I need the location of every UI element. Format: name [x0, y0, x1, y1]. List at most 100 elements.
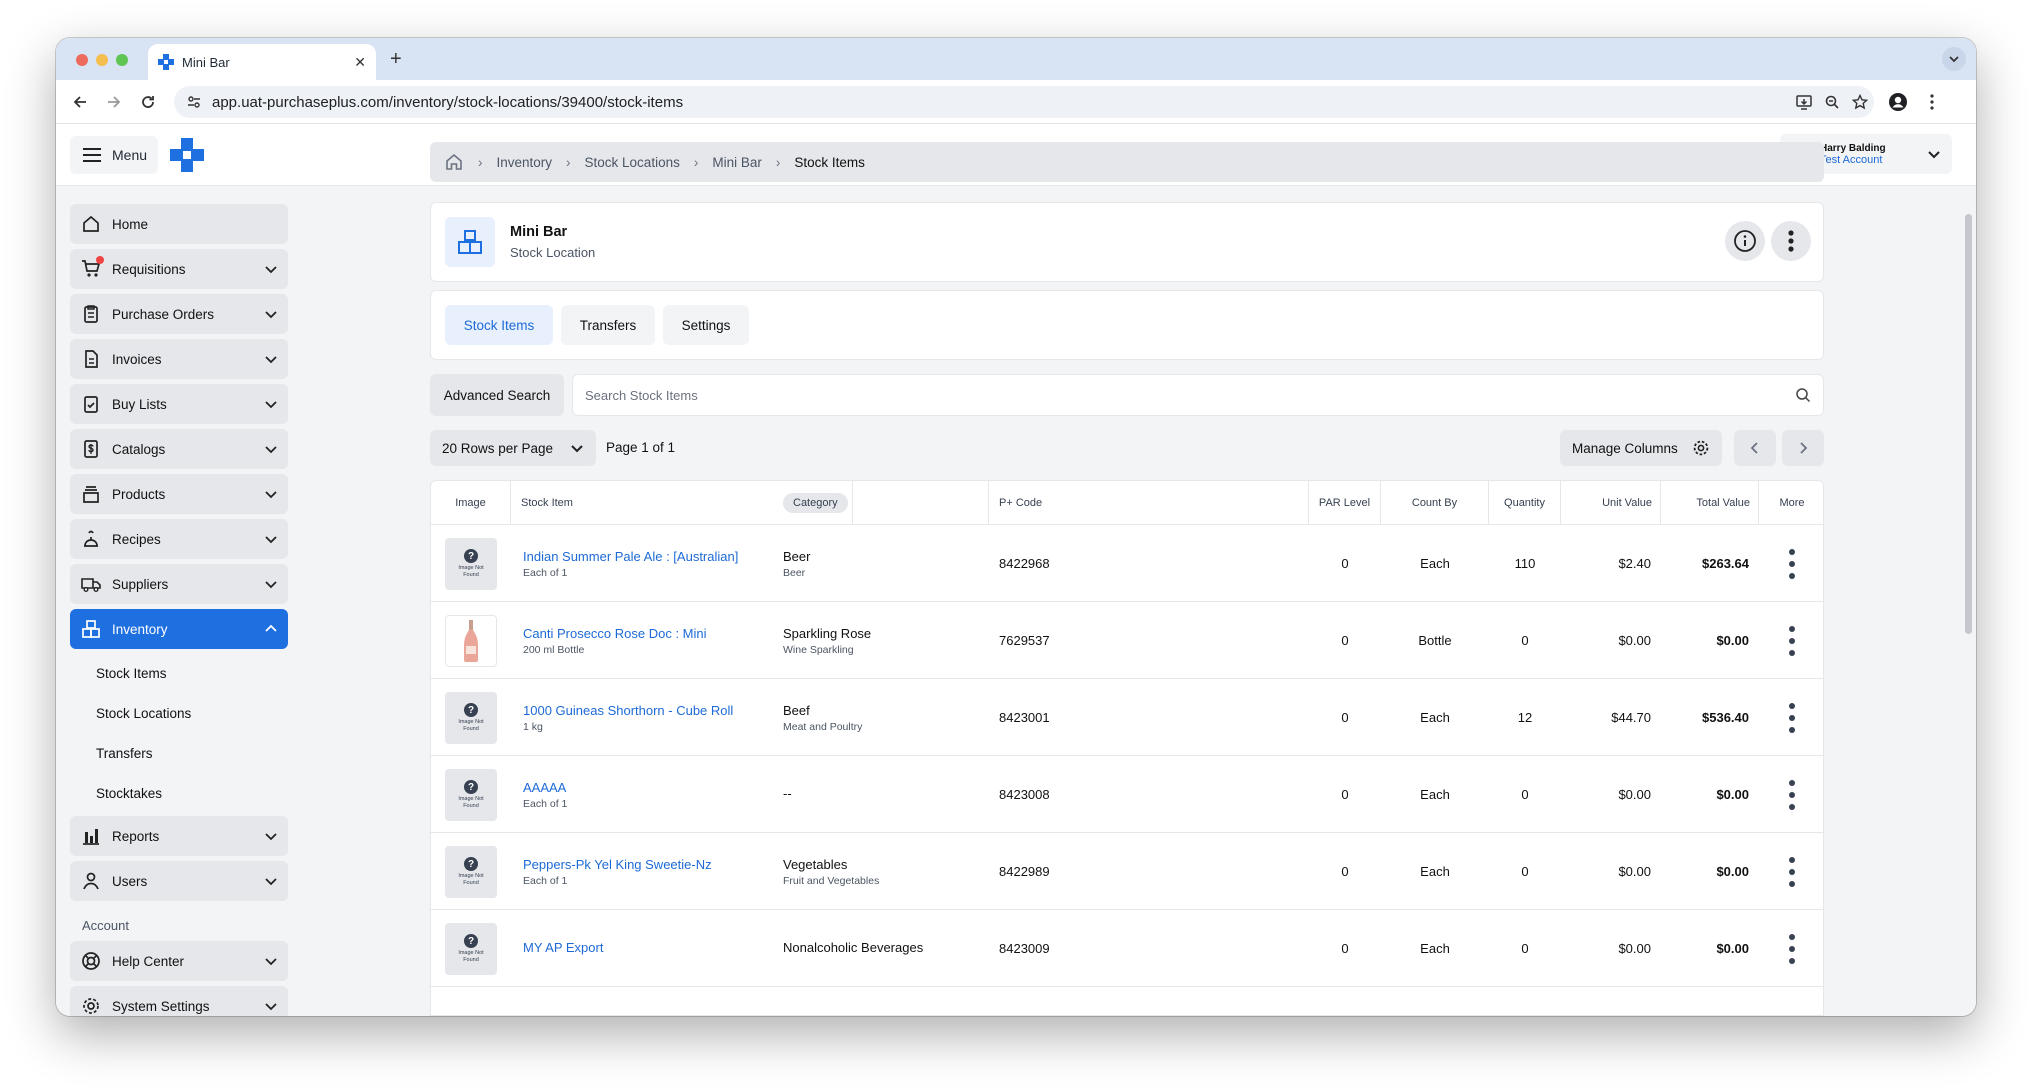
user-info: Harry Balding Test Account — [1820, 143, 1926, 166]
chevron-up-icon — [265, 624, 277, 632]
browser-tab[interactable]: Mini Bar ✕ — [148, 44, 376, 80]
sidebar-item-reports[interactable]: Reports — [70, 816, 288, 856]
image-not-found-label: Image Not Found — [458, 873, 484, 886]
sidebar-item-help-center[interactable]: Help Center — [70, 941, 288, 981]
chevron-right-icon: › — [775, 154, 781, 170]
address-bar[interactable]: app.uat-purchaseplus.com/inventory/stock… — [174, 86, 1874, 118]
stock-item-link[interactable]: Peppers-Pk Yel King Sweetie-Nz — [523, 857, 773, 872]
minimize-window-button[interactable] — [96, 54, 108, 66]
col-quantity[interactable]: Quantity — [1489, 481, 1561, 525]
tab-transfers[interactable]: Transfers — [561, 305, 655, 345]
question-icon: ? — [464, 549, 478, 563]
row-more-button[interactable] — [1787, 626, 1797, 656]
tab-settings[interactable]: Settings — [663, 305, 749, 345]
stock-item-link[interactable]: Canti Prosecco Rose Doc : Mini — [523, 626, 773, 641]
sidebar-item-system-settings[interactable]: System Settings — [70, 986, 288, 1016]
menu-label: Menu — [112, 147, 148, 163]
chevron-down-icon — [571, 445, 583, 453]
back-button[interactable] — [70, 92, 90, 112]
dot — [1789, 857, 1795, 863]
sidebar-item-inventory[interactable]: Inventory — [70, 609, 288, 649]
cast-button[interactable] — [1794, 92, 1814, 112]
chevron-right-icon: › — [478, 154, 483, 170]
bookmark-button[interactable] — [1850, 92, 1870, 112]
breadcrumb-inventory[interactable]: Inventory — [497, 155, 553, 170]
table-row: ? Image Not Found Indian Summer Pale Ale :… — [431, 525, 1823, 602]
forward-button[interactable] — [104, 92, 124, 112]
search-icon[interactable] — [1795, 387, 1811, 403]
maximize-window-button[interactable] — [116, 54, 128, 66]
tab-stock-items[interactable]: Stock Items — [445, 305, 553, 345]
pcode-cell: 8422989 — [999, 864, 1050, 879]
user-account: Test Account — [1820, 153, 1883, 166]
search-input[interactable] — [585, 387, 1795, 403]
dot — [1789, 650, 1795, 656]
row-more-button[interactable] — [1787, 934, 1797, 964]
breadcrumb-mini-bar[interactable]: Mini Bar — [712, 155, 762, 170]
col-unit-value[interactable]: Unit Value — [1561, 481, 1661, 525]
home-icon[interactable] — [444, 152, 464, 172]
stock-item-link[interactable]: Indian Summer Pale Ale : [Australian] — [523, 549, 773, 564]
stock-item-link[interactable]: MY AP Export — [523, 940, 773, 955]
stock-item-link[interactable]: 1000 Guineas Shorthorn - Cube Roll — [523, 703, 773, 718]
sidebar-item-home[interactable]: Home — [70, 204, 288, 244]
manage-columns-button[interactable]: Manage Columns — [1560, 430, 1722, 466]
sidebar-item-buy-lists[interactable]: Buy Lists — [70, 384, 288, 424]
sidebar-subitem-stock-items[interactable]: Stock Items — [70, 654, 288, 694]
row-more-button[interactable] — [1787, 780, 1797, 810]
user-name: Harry Balding — [1820, 142, 1886, 154]
location-more-button[interactable] — [1771, 221, 1811, 261]
image-not-found: ? Image Not Found — [445, 923, 497, 975]
breadcrumb-stock-locations[interactable]: Stock Locations — [585, 155, 680, 170]
unit-value-cell: $0.00 — [1618, 864, 1651, 879]
dot — [1789, 869, 1795, 875]
sidebar-subitem-stocktakes[interactable]: Stocktakes — [70, 774, 288, 814]
previous-page-button[interactable] — [1734, 430, 1776, 466]
close-window-button[interactable] — [76, 54, 88, 66]
info-button[interactable] — [1725, 221, 1765, 261]
col-category[interactable]: Category — [773, 481, 989, 525]
sidebar-subitem-transfers[interactable]: Transfers — [70, 734, 288, 774]
col-total-value[interactable]: Total Value — [1661, 481, 1759, 525]
image-not-found: ? Image Not Found — [445, 692, 497, 744]
row-more-button[interactable] — [1787, 703, 1797, 733]
sidebar-item-suppliers[interactable]: Suppliers — [70, 564, 288, 604]
table-row: ? Image Not Found 1000 Guineas Shorthorn -… — [431, 679, 1823, 756]
site-settings-icon[interactable] — [186, 94, 202, 110]
col-count-by[interactable]: Count By — [1381, 481, 1489, 525]
stock-item-link[interactable]: AAAAA — [523, 780, 773, 795]
dot — [1789, 561, 1795, 567]
row-more-button[interactable] — [1787, 549, 1797, 579]
sidebar-item-users[interactable]: Users — [70, 861, 288, 901]
next-page-button[interactable] — [1782, 430, 1824, 466]
page-scrollbar[interactable] — [1965, 214, 1972, 634]
sidebar-item-catalogs[interactable]: Catalogs — [70, 429, 288, 469]
chevron-down-icon — [265, 536, 277, 544]
browser-menu-button[interactable] — [1922, 92, 1942, 112]
tab-search-button[interactable] — [1942, 47, 1966, 71]
zoom-button[interactable] — [1822, 92, 1842, 112]
pcode-cell: 8423008 — [999, 787, 1050, 802]
menu-button[interactable]: Menu — [70, 136, 158, 174]
col-pcode[interactable]: P+ Code — [989, 481, 1309, 525]
rows-per-page-select[interactable]: 20 Rows per Page — [430, 430, 596, 466]
count-by-cell: Each — [1420, 787, 1450, 802]
purchaseplus-logo[interactable] — [170, 138, 204, 172]
sidebar-item-products[interactable]: Products — [70, 474, 288, 514]
profile-button[interactable] — [1888, 92, 1908, 112]
advanced-search-button[interactable]: Advanced Search — [430, 374, 564, 416]
category-name: -- — [783, 785, 792, 801]
chevron-down-icon — [265, 833, 277, 841]
reload-button[interactable] — [138, 92, 158, 112]
category-name: Beer — [783, 548, 811, 564]
new-tab-button[interactable]: + — [390, 48, 402, 71]
col-par-level[interactable]: PAR Level — [1309, 481, 1381, 525]
close-tab-icon[interactable]: ✕ — [354, 54, 366, 71]
sidebar-item-recipes[interactable]: Recipes — [70, 519, 288, 559]
row-more-button[interactable] — [1787, 857, 1797, 887]
sidebar-item-invoices[interactable]: Invoices — [70, 339, 288, 379]
sidebar-subitem-stock-locations[interactable]: Stock Locations — [70, 694, 288, 734]
truck-icon — [80, 573, 102, 595]
sidebar-item-requisitions[interactable]: Requisitions — [70, 249, 288, 289]
sidebar-item-purchase-orders[interactable]: Purchase Orders — [70, 294, 288, 334]
